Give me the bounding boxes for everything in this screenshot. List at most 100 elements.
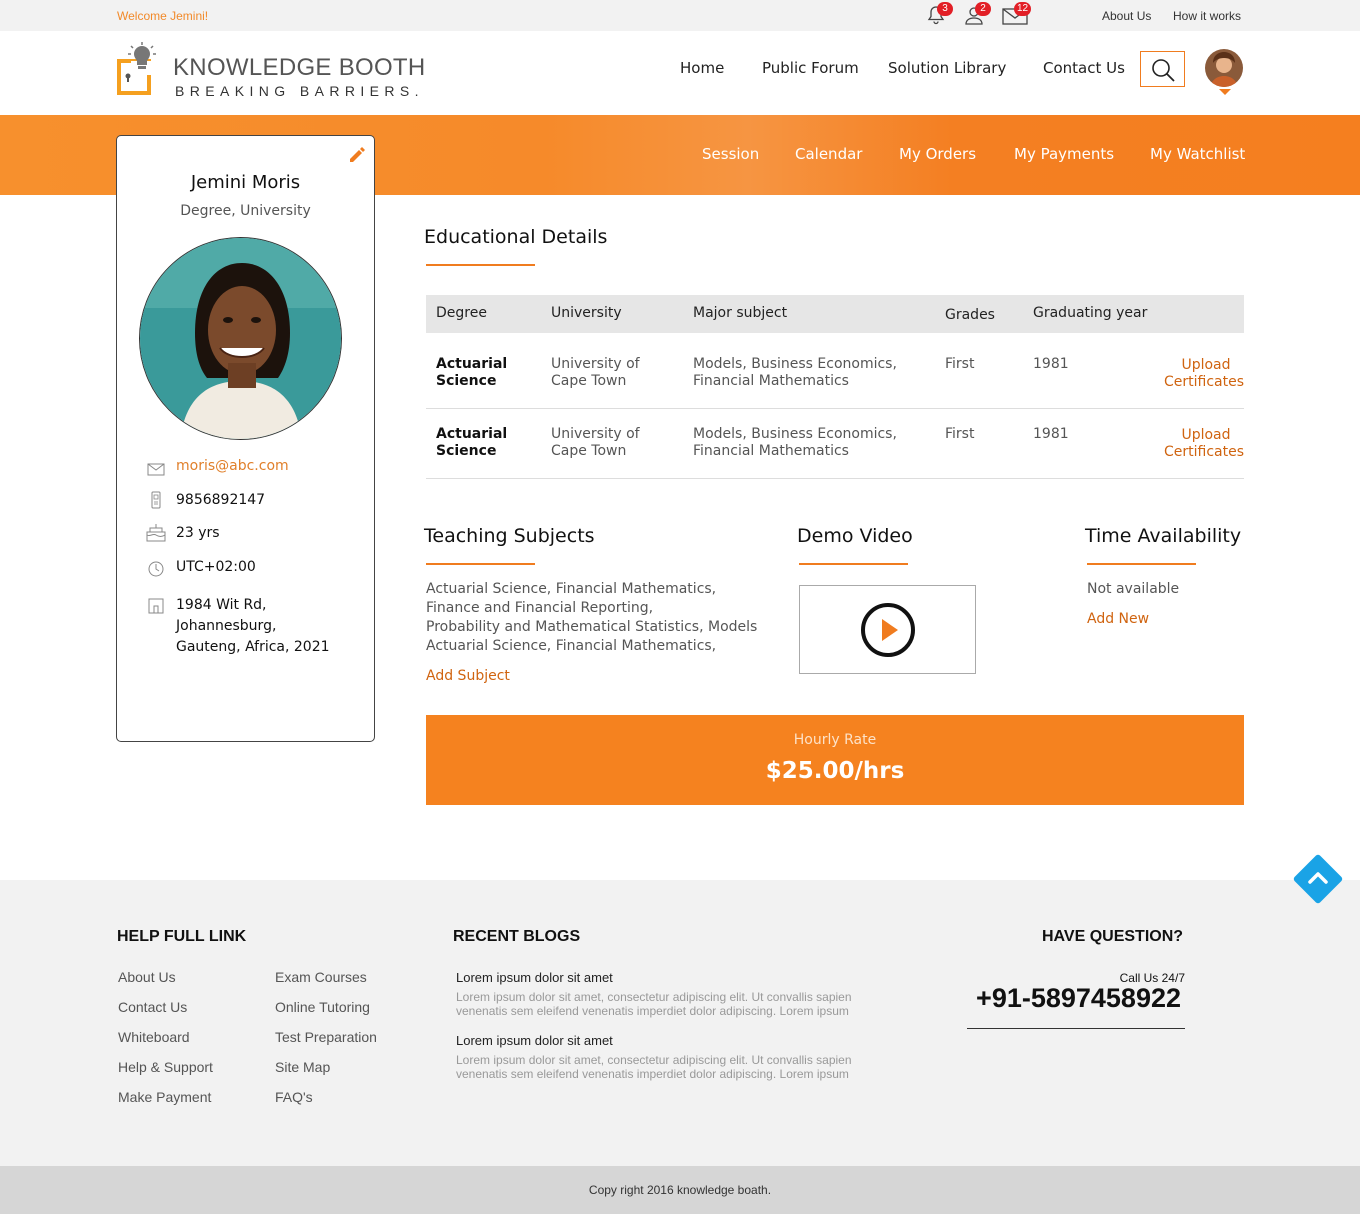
subject-line: Finance and Financial Reporting, <box>426 600 654 616</box>
copyright-text: Copy right 2016 knowledge boath. <box>588 1183 772 1197</box>
column-header-year: Graduating year <box>1033 305 1148 321</box>
phone-icon <box>147 491 165 509</box>
table-cell-degree: Actuarial Science <box>436 356 507 390</box>
table-cell-degree: Actuarial Science <box>436 426 507 460</box>
messages-count-badge: 12 <box>1014 2 1032 16</box>
support-phone-number[interactable]: +91-5897458922 <box>955 983 1181 1014</box>
university-line: University of <box>551 426 640 442</box>
section-underline <box>426 264 535 266</box>
university-line: University of <box>551 356 640 372</box>
friend-requests-count-badge: 2 <box>975 2 991 16</box>
nav-solution-library[interactable]: Solution Library <box>888 59 1006 77</box>
teaching-subjects-title: Teaching Subjects <box>424 525 595 547</box>
address-line-2: Johannesburg, <box>176 618 277 634</box>
table-cell-university: University of Cape Town <box>551 426 640 460</box>
footer-link-site-map[interactable]: Site Map <box>275 1059 330 1075</box>
profile-degree: Degree, University <box>180 203 311 219</box>
address-line-3: Gauteng, Africa, 2021 <box>176 639 330 655</box>
profile-timezone: UTC+02:00 <box>176 559 256 575</box>
pencil-icon <box>350 147 365 162</box>
user-avatar-menu[interactable] <box>1205 49 1243 87</box>
table-cell-university: University of Cape Town <box>551 356 640 390</box>
about-us-top-link[interactable]: About Us <box>1102 9 1151 23</box>
demo-video-title: Demo Video <box>797 525 913 547</box>
play-icon[interactable] <box>860 602 916 658</box>
profile-address: 1984 Wit Rd, Johannesburg, Gauteng, Afri… <box>176 595 330 658</box>
profile-photo <box>139 237 342 440</box>
footer-link-help-support[interactable]: Help & Support <box>118 1059 213 1075</box>
footer-link-online-tutoring[interactable]: Online Tutoring <box>275 999 370 1015</box>
upload-certificates-link[interactable]: Upload Certificates <box>1144 357 1244 391</box>
university-line: Cape Town <box>551 443 627 459</box>
tab-calendar[interactable]: Calendar <box>795 145 862 163</box>
profile-age: 23 yrs <box>176 525 220 541</box>
welcome-text: Welcome Jemini! <box>117 9 209 23</box>
blog-excerpt: Lorem ipsum dolor sit amet, consectetur … <box>456 1053 852 1081</box>
footer-link-about-us[interactable]: About Us <box>118 969 176 985</box>
subject-line: Actuarial Science, Financial Mathematics… <box>426 638 717 654</box>
demo-video-player[interactable] <box>799 585 976 674</box>
upload-certificates-link[interactable]: Upload Certificates <box>1144 427 1244 461</box>
column-header-grades: Grades <box>945 307 995 323</box>
how-it-works-top-link[interactable]: How it works <box>1173 9 1241 23</box>
blog-excerpt: Lorem ipsum dolor sit amet, consectetur … <box>456 990 852 1018</box>
educational-details-title: Educational Details <box>424 226 608 248</box>
notification-bell-button[interactable]: 3 <box>925 2 953 26</box>
nav-public-forum[interactable]: Public Forum <box>762 59 859 77</box>
phone-underline <box>967 1028 1185 1029</box>
section-underline <box>1087 563 1196 565</box>
tab-session[interactable]: Session <box>702 145 759 163</box>
table-cell-major: Models, Business Economics, Financial Ma… <box>693 356 897 390</box>
hourly-rate-panel: Hourly Rate $25.00/hrs <box>426 715 1244 805</box>
footer <box>0 880 1360 1166</box>
footer-link-faqs[interactable]: FAQ's <box>275 1089 313 1105</box>
chevron-up-icon[interactable] <box>1305 868 1331 888</box>
tab-my-payments[interactable]: My Payments <box>1014 145 1114 163</box>
footer-link-whiteboard[interactable]: Whiteboard <box>118 1029 190 1045</box>
profile-card: Jemini Moris Degree, University moris@ab… <box>116 135 375 742</box>
tab-my-watchlist[interactable]: My Watchlist <box>1150 145 1245 163</box>
address-line-1: 1984 Wit Rd, <box>176 597 267 613</box>
table-cell-grade: First <box>945 426 975 442</box>
major-line: Models, Business Economics, <box>693 426 897 442</box>
birthday-cake-icon <box>145 521 167 543</box>
search-button[interactable] <box>1140 51 1185 87</box>
subject-line: Actuarial Science, Financial Mathematics… <box>426 581 717 597</box>
clock-icon <box>147 560 165 578</box>
major-line: Financial Mathematics <box>693 373 849 389</box>
add-availability-link[interactable]: Add New <box>1087 610 1149 629</box>
profile-name: Jemini Moris <box>190 172 301 193</box>
brand-title: KNOWLEDGE BOOTH <box>173 54 426 81</box>
row-divider <box>426 408 1244 409</box>
degree-line: Actuarial <box>436 426 508 442</box>
tab-my-orders[interactable]: My Orders <box>899 145 976 163</box>
add-subject-link[interactable]: Add Subject <box>426 667 510 686</box>
table-cell-year: 1981 <box>1033 356 1069 372</box>
blog-title[interactable]: Lorem ipsum dolor sit amet <box>456 970 613 985</box>
footer-link-exam-courses[interactable]: Exam Courses <box>275 969 367 985</box>
section-underline <box>426 563 535 565</box>
nav-contact-us[interactable]: Contact Us <box>1043 59 1125 77</box>
column-header-major: Major subject <box>693 305 788 321</box>
footer-link-test-preparation[interactable]: Test Preparation <box>275 1029 377 1045</box>
blog-title[interactable]: Lorem ipsum dolor sit amet <box>456 1033 613 1048</box>
time-availability-title: Time Availability <box>1085 525 1242 547</box>
help-links-heading: HELP FULL LINK <box>117 928 247 945</box>
brand-logo[interactable]: KNOWLEDGE BOOTH BREAKING BARRIERS. <box>117 42 427 100</box>
profile-email[interactable]: moris@abc.com <box>176 458 289 474</box>
notification-count-badge: 3 <box>937 2 953 16</box>
edit-profile-button[interactable] <box>347 146 365 164</box>
footer-link-make-payment[interactable]: Make Payment <box>118 1089 211 1105</box>
table-cell-major: Models, Business Economics, Financial Ma… <box>693 426 897 460</box>
envelope-icon <box>147 460 165 478</box>
messages-button[interactable]: 12 <box>1002 2 1032 26</box>
section-underline <box>799 563 908 565</box>
friend-requests-button[interactable]: 2 <box>963 2 991 26</box>
chevron-down-icon[interactable] <box>1219 89 1231 95</box>
footer-link-contact-us[interactable]: Contact Us <box>118 999 187 1015</box>
subject-line: Probability and Mathematical Statistics,… <box>426 619 758 635</box>
nav-home[interactable]: Home <box>680 59 724 77</box>
upload-link-line: Certificates <box>1163 444 1244 460</box>
availability-status: Not available <box>1087 581 1180 597</box>
recent-blogs-heading: RECENT BLOGS <box>453 928 581 945</box>
